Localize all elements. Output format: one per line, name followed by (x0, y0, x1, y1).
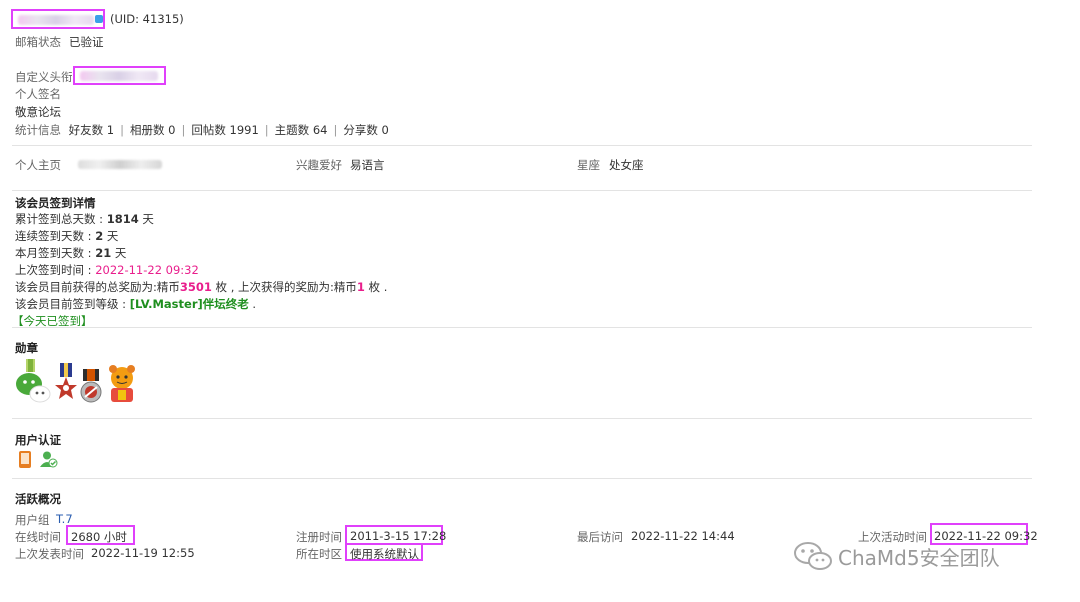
user-group-link[interactable]: T.7 (56, 512, 73, 526)
online-status-icon (95, 15, 103, 23)
signin-total-row: 累计签到总天数 : 1814 天 (15, 211, 154, 227)
signin-month-label: 本月签到天数 : (15, 246, 96, 260)
custom-title-redacted (80, 71, 158, 81)
signin-streak-value: 2 (95, 229, 104, 243)
signin-last-row: 上次签到时间 : 2022-11-22 09:32 (15, 262, 199, 278)
signin-reward-prefix: 该会员目前获得的总奖励为:精币 (15, 280, 180, 294)
wechat-medal-icon[interactable] (14, 359, 52, 405)
signin-streak-row: 连续签到天数 : 2 天 (15, 228, 118, 244)
stat-replies[interactable]: 回帖数 1991 (191, 123, 258, 137)
custom-title-label: 自定义头衔 (15, 70, 73, 84)
signin-total-value: 1814 (106, 212, 139, 226)
stat-albums[interactable]: 相册数 0 (130, 123, 175, 137)
email-status-value: 已验证 (69, 35, 104, 49)
stat-friends[interactable]: 好友数 1 (69, 123, 114, 137)
badge-ribbon-medal-icon[interactable] (79, 369, 103, 405)
username-redacted[interactable] (18, 15, 94, 25)
stats-label: 统计信息 (15, 123, 61, 137)
signature-label: 个人签名 (15, 87, 61, 101)
signin-last-label: 上次签到时间 : (15, 263, 96, 277)
signin-total-label: 累计签到总天数 : (15, 212, 107, 226)
signature-value: 敬意论坛 (15, 105, 61, 119)
signin-month-value: 21 (95, 246, 112, 260)
signin-reward-mid: 枚 , 上次获得的奖励为:精币 (211, 280, 357, 294)
phone-verify-icon[interactable] (18, 451, 32, 468)
signin-last-value: 2022-11-22 09:32 (95, 263, 199, 277)
last-post-label: 上次发表时间 (15, 547, 84, 561)
divider (12, 327, 1032, 328)
signin-title: 该会员签到详情 (15, 196, 96, 210)
last-post-value: 2022-11-19 12:55 (91, 546, 195, 560)
register-time-value: 2011-3-15 17:28 (350, 529, 447, 543)
stat-shares[interactable]: 分享数 0 (343, 123, 388, 137)
signin-level-suffix: . (248, 297, 257, 311)
email-status-label: 邮箱状态 (15, 35, 61, 49)
signin-reward-last: 1 (356, 280, 365, 294)
activity-title: 活跃概况 (15, 492, 61, 506)
stat-topics[interactable]: 主题数 64 (275, 123, 328, 137)
user-verify-icon[interactable] (40, 451, 58, 468)
user-group-label: 用户组 (15, 513, 50, 527)
signin-level-row: 该会员目前签到等级 : [LV.Master]伴坛终老 . (15, 296, 256, 312)
stats-row: 统计信息 好友数 1 | 相册数 0 | 回帖数 1991 | 主题数 64 | 分享数 0 (15, 123, 389, 137)
last-visit-value: 2022-11-22 14:44 (631, 529, 735, 543)
divider (12, 478, 1032, 479)
signin-total-unit: 天 (138, 212, 154, 226)
interest-label: 兴趣爱好 (296, 158, 342, 172)
divider (12, 418, 1032, 419)
online-time-label: 在线时间 (15, 530, 61, 544)
signin-month-row: 本月签到天数 : 21 天 (15, 245, 126, 261)
tiger-medal-icon[interactable] (105, 364, 139, 404)
last-visit-label: 最后访问 (577, 530, 623, 544)
signin-reward-suffix: 枚 . (364, 280, 388, 294)
signin-reward-total: 3501 (179, 280, 212, 294)
zodiac-value: 处女座 (609, 158, 644, 172)
medals-title: 勋章 (15, 341, 38, 355)
star-ribbon-medal-icon[interactable] (55, 363, 77, 403)
interest-value: 易语言 (350, 158, 385, 172)
signin-streak-unit: 天 (103, 229, 119, 243)
online-time-value: 2680 小时 (71, 530, 127, 544)
homepage-redacted[interactable] (78, 160, 162, 169)
signin-level-prefix: 该会员目前签到等级 : (15, 297, 130, 311)
wechat-logo-icon (794, 542, 832, 570)
signin-month-unit: 天 (111, 246, 127, 260)
signin-reward-row: 该会员目前获得的总奖励为:精币3501 枚 , 上次获得的奖励为:精币1 枚 . (15, 279, 387, 295)
timezone-value: 使用系统默认 (350, 547, 419, 561)
last-active-value: 2022-11-22 09:32 (934, 529, 1038, 543)
signin-level-value: [LV.Master]伴坛终老 (129, 297, 249, 311)
divider (12, 145, 1032, 146)
register-time-label: 注册时间 (296, 530, 342, 544)
homepage-label: 个人主页 (15, 158, 61, 172)
uid-text: (UID: 41315) (110, 12, 184, 26)
auth-title: 用户认证 (15, 433, 61, 447)
watermark-text: ChaMd5安全团队 (838, 546, 1000, 570)
signin-streak-label: 连续签到天数 : (15, 229, 96, 243)
username-highlight-box (11, 9, 105, 29)
divider (12, 190, 1032, 191)
custom-title-highlight-box (73, 66, 166, 85)
zodiac-label: 星座 (577, 158, 600, 172)
timezone-label: 所在时区 (296, 547, 342, 561)
